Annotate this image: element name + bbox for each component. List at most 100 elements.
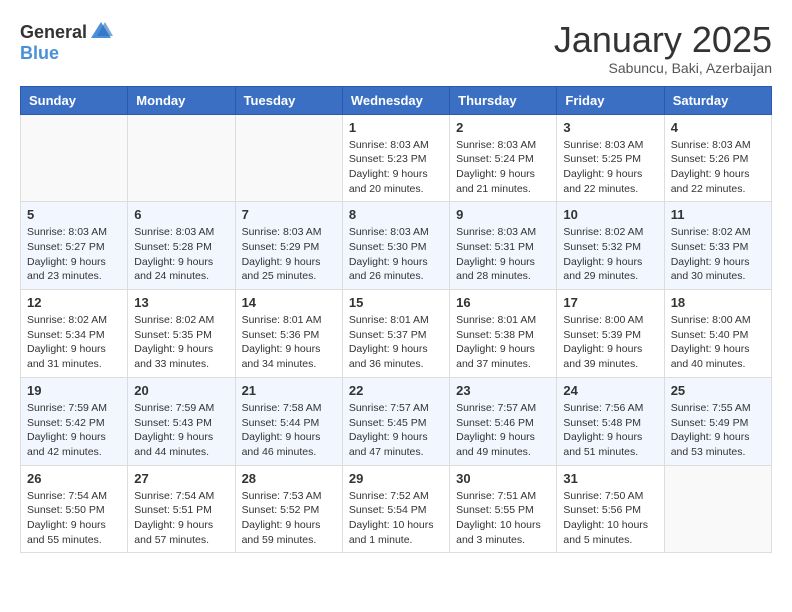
day-header-saturday: Saturday	[664, 86, 771, 114]
calendar-week-row: 19 Sunrise: 7:59 AM Sunset: 5:42 PM Dayli…	[21, 377, 772, 465]
day-number: 2	[456, 120, 550, 135]
day-info: Sunrise: 8:01 AM Sunset: 5:37 PM Dayligh…	[349, 313, 443, 372]
logo-blue: Blue	[20, 43, 59, 63]
logo-general: General	[20, 23, 87, 41]
day-info: Sunrise: 7:55 AM Sunset: 5:49 PM Dayligh…	[671, 401, 765, 460]
day-number: 12	[27, 295, 121, 310]
day-number: 28	[242, 471, 336, 486]
calendar-cell: 3 Sunrise: 8:03 AM Sunset: 5:25 PM Daylig…	[557, 114, 664, 202]
day-info: Sunrise: 8:01 AM Sunset: 5:38 PM Dayligh…	[456, 313, 550, 372]
location-subtitle: Sabuncu, Baki, Azerbaijan	[554, 60, 772, 76]
day-info: Sunrise: 7:57 AM Sunset: 5:45 PM Dayligh…	[349, 401, 443, 460]
calendar-table: SundayMondayTuesdayWednesdayThursdayFrid…	[20, 86, 772, 554]
title-block: January 2025 Sabuncu, Baki, Azerbaijan	[554, 20, 772, 76]
calendar-cell	[128, 114, 235, 202]
day-info: Sunrise: 7:59 AM Sunset: 5:43 PM Dayligh…	[134, 401, 228, 460]
day-number: 17	[563, 295, 657, 310]
day-header-tuesday: Tuesday	[235, 86, 342, 114]
day-number: 20	[134, 383, 228, 398]
logo: General Blue	[20, 20, 113, 64]
day-info: Sunrise: 8:03 AM Sunset: 5:27 PM Dayligh…	[27, 225, 121, 284]
day-info: Sunrise: 7:54 AM Sunset: 5:50 PM Dayligh…	[27, 489, 121, 548]
day-info: Sunrise: 8:02 AM Sunset: 5:32 PM Dayligh…	[563, 225, 657, 284]
day-info: Sunrise: 8:02 AM Sunset: 5:34 PM Dayligh…	[27, 313, 121, 372]
day-number: 22	[349, 383, 443, 398]
day-number: 16	[456, 295, 550, 310]
day-number: 13	[134, 295, 228, 310]
day-number: 25	[671, 383, 765, 398]
day-number: 9	[456, 207, 550, 222]
calendar-cell: 22 Sunrise: 7:57 AM Sunset: 5:45 PM Dayli…	[342, 377, 449, 465]
day-header-friday: Friday	[557, 86, 664, 114]
day-info: Sunrise: 8:02 AM Sunset: 5:35 PM Dayligh…	[134, 313, 228, 372]
day-info: Sunrise: 7:57 AM Sunset: 5:46 PM Dayligh…	[456, 401, 550, 460]
day-info: Sunrise: 7:56 AM Sunset: 5:48 PM Dayligh…	[563, 401, 657, 460]
calendar-cell: 15Sunrise: 8:01 AM Sunset: 5:37 PM Dayli…	[342, 290, 449, 378]
day-header-thursday: Thursday	[450, 86, 557, 114]
day-number: 18	[671, 295, 765, 310]
calendar-cell: 4 Sunrise: 8:03 AM Sunset: 5:26 PM Daylig…	[664, 114, 771, 202]
day-info: Sunrise: 8:03 AM Sunset: 5:31 PM Dayligh…	[456, 225, 550, 284]
calendar-week-row: 5 Sunrise: 8:03 AM Sunset: 5:27 PM Daylig…	[21, 202, 772, 290]
calendar-cell: 19 Sunrise: 7:59 AM Sunset: 5:42 PM Dayli…	[21, 377, 128, 465]
calendar-cell: 7 Sunrise: 8:03 AM Sunset: 5:29 PM Daylig…	[235, 202, 342, 290]
day-header-monday: Monday	[128, 86, 235, 114]
calendar-cell: 30Sunrise: 7:51 AM Sunset: 5:55 PM Dayli…	[450, 465, 557, 553]
calendar-cell: 21 Sunrise: 7:58 AM Sunset: 5:44 PM Dayli…	[235, 377, 342, 465]
calendar-cell: 10 Sunrise: 8:02 AM Sunset: 5:32 PM Dayli…	[557, 202, 664, 290]
calendar-cell: 24 Sunrise: 7:56 AM Sunset: 5:48 PM Dayli…	[557, 377, 664, 465]
calendar-cell	[21, 114, 128, 202]
day-number: 5	[27, 207, 121, 222]
day-info: Sunrise: 8:03 AM Sunset: 5:30 PM Dayligh…	[349, 225, 443, 284]
day-number: 10	[563, 207, 657, 222]
day-info: Sunrise: 8:03 AM Sunset: 5:29 PM Dayligh…	[242, 225, 336, 284]
calendar-week-row: 1Sunrise: 8:03 AM Sunset: 5:23 PM Daylig…	[21, 114, 772, 202]
day-info: Sunrise: 7:52 AM Sunset: 5:54 PM Dayligh…	[349, 489, 443, 548]
calendar-cell: 6 Sunrise: 8:03 AM Sunset: 5:28 PM Daylig…	[128, 202, 235, 290]
day-info: Sunrise: 8:02 AM Sunset: 5:33 PM Dayligh…	[671, 225, 765, 284]
calendar-cell: 14Sunrise: 8:01 AM Sunset: 5:36 PM Dayli…	[235, 290, 342, 378]
calendar-cell: 26 Sunrise: 7:54 AM Sunset: 5:50 PM Dayli…	[21, 465, 128, 553]
calendar-week-row: 26 Sunrise: 7:54 AM Sunset: 5:50 PM Dayli…	[21, 465, 772, 553]
calendar-cell: 16 Sunrise: 8:01 AM Sunset: 5:38 PM Dayli…	[450, 290, 557, 378]
day-info: Sunrise: 8:00 AM Sunset: 5:39 PM Dayligh…	[563, 313, 657, 372]
day-number: 3	[563, 120, 657, 135]
calendar-cell: 25 Sunrise: 7:55 AM Sunset: 5:49 PM Dayli…	[664, 377, 771, 465]
calendar-header-row: SundayMondayTuesdayWednesdayThursdayFrid…	[21, 86, 772, 114]
day-number: 19	[27, 383, 121, 398]
calendar-cell: 9 Sunrise: 8:03 AM Sunset: 5:31 PM Daylig…	[450, 202, 557, 290]
day-info: Sunrise: 8:03 AM Sunset: 5:23 PM Dayligh…	[349, 138, 443, 197]
day-number: 29	[349, 471, 443, 486]
day-info: Sunrise: 7:50 AM Sunset: 5:56 PM Dayligh…	[563, 489, 657, 548]
calendar-cell: 11 Sunrise: 8:02 AM Sunset: 5:33 PM Dayli…	[664, 202, 771, 290]
calendar-cell: 31Sunrise: 7:50 AM Sunset: 5:56 PM Dayli…	[557, 465, 664, 553]
day-info: Sunrise: 7:53 AM Sunset: 5:52 PM Dayligh…	[242, 489, 336, 548]
calendar-cell: 27Sunrise: 7:54 AM Sunset: 5:51 PM Dayli…	[128, 465, 235, 553]
day-number: 11	[671, 207, 765, 222]
calendar-cell: 12 Sunrise: 8:02 AM Sunset: 5:34 PM Dayli…	[21, 290, 128, 378]
day-header-wednesday: Wednesday	[342, 86, 449, 114]
day-info: Sunrise: 7:58 AM Sunset: 5:44 PM Dayligh…	[242, 401, 336, 460]
calendar-cell: 23 Sunrise: 7:57 AM Sunset: 5:46 PM Dayli…	[450, 377, 557, 465]
day-info: Sunrise: 7:59 AM Sunset: 5:42 PM Dayligh…	[27, 401, 121, 460]
calendar-cell: 1Sunrise: 8:03 AM Sunset: 5:23 PM Daylig…	[342, 114, 449, 202]
calendar-cell: 8Sunrise: 8:03 AM Sunset: 5:30 PM Daylig…	[342, 202, 449, 290]
day-number: 6	[134, 207, 228, 222]
day-number: 23	[456, 383, 550, 398]
day-info: Sunrise: 8:03 AM Sunset: 5:24 PM Dayligh…	[456, 138, 550, 197]
day-info: Sunrise: 8:03 AM Sunset: 5:26 PM Dayligh…	[671, 138, 765, 197]
day-info: Sunrise: 8:03 AM Sunset: 5:25 PM Dayligh…	[563, 138, 657, 197]
day-info: Sunrise: 8:00 AM Sunset: 5:40 PM Dayligh…	[671, 313, 765, 372]
day-info: Sunrise: 7:54 AM Sunset: 5:51 PM Dayligh…	[134, 489, 228, 548]
calendar-cell: 5 Sunrise: 8:03 AM Sunset: 5:27 PM Daylig…	[21, 202, 128, 290]
calendar-cell	[235, 114, 342, 202]
day-number: 26	[27, 471, 121, 486]
day-number: 21	[242, 383, 336, 398]
month-title: January 2025	[554, 20, 772, 60]
day-header-sunday: Sunday	[21, 86, 128, 114]
day-number: 7	[242, 207, 336, 222]
day-info: Sunrise: 8:01 AM Sunset: 5:36 PM Dayligh…	[242, 313, 336, 372]
day-number: 4	[671, 120, 765, 135]
day-number: 24	[563, 383, 657, 398]
day-info: Sunrise: 8:03 AM Sunset: 5:28 PM Dayligh…	[134, 225, 228, 284]
